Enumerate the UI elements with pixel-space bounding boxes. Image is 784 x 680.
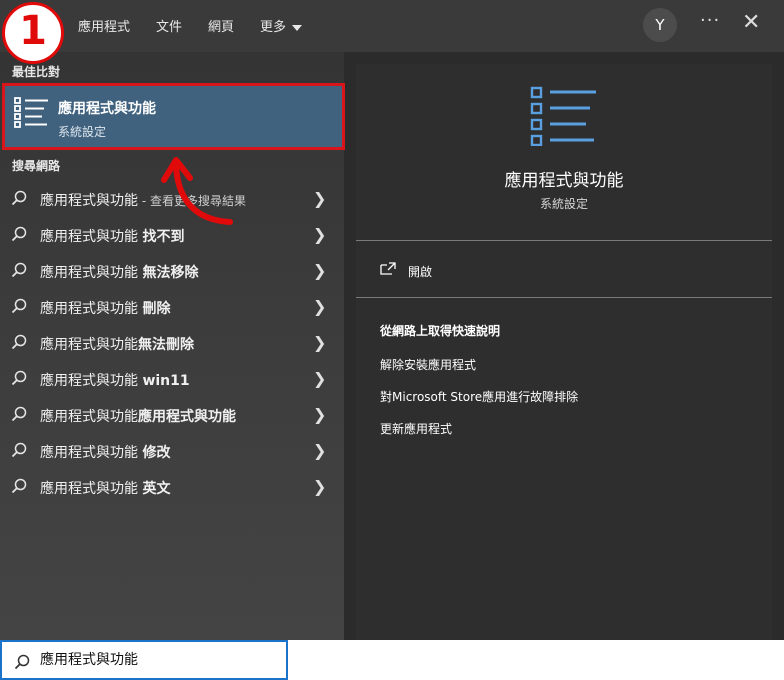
best-match-title: 應用程式與功能 xyxy=(58,101,156,117)
result-label: 應用程式與功能 修改 xyxy=(40,442,170,462)
chevron-right-icon[interactable]: ❯ xyxy=(313,225,326,244)
tab-more-label: 更多 xyxy=(260,20,287,35)
web-search-result[interactable]: 應用程式與功能 英文 ❯ xyxy=(0,469,344,505)
result-keyword: 修改 xyxy=(142,445,171,461)
result-keyword: 無法刪除 xyxy=(138,337,194,353)
result-keyword: 英文 xyxy=(142,481,171,497)
search-icon xyxy=(11,370,27,386)
close-icon[interactable]: ✕ xyxy=(742,10,760,35)
list-settings-icon xyxy=(530,86,596,146)
chevron-right-icon[interactable]: ❯ xyxy=(313,369,326,388)
chevron-right-icon[interactable]: ❯ xyxy=(313,477,326,496)
chevron-right-icon[interactable]: ❯ xyxy=(313,441,326,460)
search-icon xyxy=(11,406,27,422)
result-query: 應用程式與功能 xyxy=(40,337,138,353)
result-label: 應用程式與功能 無法移除 xyxy=(40,262,198,282)
result-label: 應用程式與功能 英文 xyxy=(40,478,170,498)
result-query: 應用程式與功能 xyxy=(40,409,138,425)
open-button[interactable]: 開啟 xyxy=(408,263,432,280)
web-search-result[interactable]: 應用程式與功能 修改 ❯ xyxy=(0,433,344,469)
web-search-result[interactable]: 應用程式與功能無法刪除 ❯ xyxy=(0,325,344,361)
tab-documents[interactable]: 文件 xyxy=(156,16,182,35)
avatar[interactable]: Y xyxy=(643,8,677,42)
web-help-heading: 從網路上取得快速說明 xyxy=(380,324,501,338)
result-keyword: 應用程式與功能 xyxy=(138,409,236,425)
search-icon xyxy=(11,334,27,350)
search-input[interactable] xyxy=(40,651,270,667)
tab-apps[interactable]: 應用程式 xyxy=(78,16,130,35)
step-number: 1 xyxy=(19,8,47,54)
taskbar-search xyxy=(0,640,784,680)
chevron-down-icon xyxy=(292,24,303,31)
divider xyxy=(356,240,772,241)
result-label: 應用程式與功能 win11 xyxy=(40,370,190,390)
web-search-result[interactable]: 應用程式與功能應用程式與功能 ❯ xyxy=(0,397,344,433)
result-label: 應用程式與功能無法刪除 xyxy=(40,334,194,354)
best-match-heading: 最佳比對 xyxy=(12,65,61,79)
search-box[interactable] xyxy=(0,640,288,680)
list-settings-icon xyxy=(14,97,48,128)
tab-more[interactable]: 更多 xyxy=(260,16,303,35)
result-label: 應用程式與功能應用程式與功能 xyxy=(40,406,236,426)
detail-subtitle: 系統設定 xyxy=(539,197,588,211)
result-query: 應用程式與功能 xyxy=(40,301,143,317)
divider xyxy=(356,297,772,298)
top-bar: 應用程式 文件 網頁 更多 Y ··· ✕ xyxy=(0,0,784,52)
search-icon xyxy=(11,442,27,458)
detail-title: 應用程式與功能 xyxy=(504,171,624,191)
result-keyword: 刪除 xyxy=(142,301,171,317)
result-keyword: 找不到 xyxy=(142,229,185,245)
result-query: 應用程式與功能 xyxy=(40,481,143,497)
web-search-result[interactable]: 應用程式與功能 win11 ❯ xyxy=(0,361,344,397)
chevron-right-icon[interactable]: ❯ xyxy=(313,333,326,352)
result-keyword: win11 xyxy=(142,373,190,389)
chevron-right-icon[interactable]: ❯ xyxy=(313,189,326,208)
search-icon xyxy=(14,654,30,670)
result-label: 應用程式與功能 刪除 xyxy=(40,298,170,318)
search-icon xyxy=(11,478,27,494)
web-search-heading: 搜尋網路 xyxy=(12,159,61,173)
result-query: 應用程式與功能 xyxy=(40,229,143,245)
result-keyword: 無法移除 xyxy=(142,265,199,281)
step-badge: 1 xyxy=(2,2,64,64)
chevron-right-icon[interactable]: ❯ xyxy=(313,261,326,280)
search-icon xyxy=(11,226,27,242)
chevron-right-icon[interactable]: ❯ xyxy=(313,405,326,424)
result-query: 應用程式與功能 xyxy=(40,193,138,209)
help-link-troubleshoot[interactable]: 對Microsoft Store應用進行故障排除 xyxy=(380,388,578,405)
more-options-icon[interactable]: ··· xyxy=(700,10,720,31)
help-link-uninstall[interactable]: 解除安裝應用程式 xyxy=(380,356,476,373)
help-link-update[interactable]: 更新應用程式 xyxy=(380,420,452,437)
result-query: 應用程式與功能 xyxy=(40,265,143,281)
best-match-subtitle: 系統設定 xyxy=(58,125,107,139)
search-icon xyxy=(11,298,27,314)
chevron-right-icon[interactable]: ❯ xyxy=(313,297,326,316)
search-icon xyxy=(11,190,27,206)
search-icon xyxy=(11,262,27,278)
result-query: 應用程式與功能 xyxy=(40,373,143,389)
tab-web[interactable]: 網頁 xyxy=(208,16,234,35)
detail-pane: 應用程式與功能 系統設定 開啟 從網路上取得快速說明 解除安裝應用程式 對Mic… xyxy=(356,64,772,640)
web-search-result[interactable]: 應用程式與功能 無法移除 ❯ xyxy=(0,253,344,289)
web-search-result[interactable]: 應用程式與功能 刪除 ❯ xyxy=(0,289,344,325)
best-match-item[interactable]: 應用程式與功能 系統設定 xyxy=(2,83,345,150)
annotation-arrow-icon xyxy=(161,157,233,225)
open-external-icon[interactable] xyxy=(380,262,396,276)
result-query: 應用程式與功能 xyxy=(40,445,143,461)
